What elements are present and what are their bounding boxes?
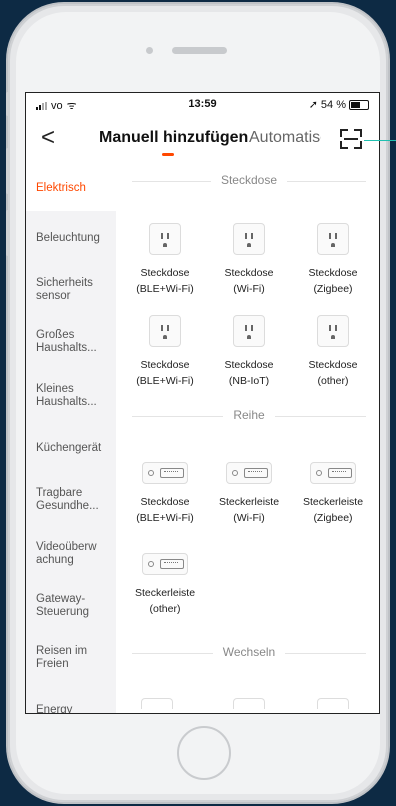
device-item[interactable]: Steckdose (BLE+Wi-Fi): [121, 462, 209, 526]
device-item[interactable]: Steckdose (BLE+Wi-Fi): [121, 315, 209, 389]
sidebar-item-elektrisch[interactable]: Elektrisch: [26, 165, 116, 211]
device-label: Steckerleiste (Wi-Fi): [218, 496, 280, 524]
socket-icon: [149, 315, 181, 347]
device-item[interactable]: Steckerleiste (Zigbee): [289, 462, 377, 526]
earpiece-speaker: [172, 47, 227, 54]
device-label: Steckdose (BLE+Wi-Fi): [136, 267, 194, 295]
front-camera: [146, 47, 153, 54]
device-item[interactable]: Steckerleiste (Wi-Fi): [205, 462, 293, 526]
socket-icon: [149, 223, 181, 255]
tab-auto-scan[interactable]: Automatisch: [249, 129, 321, 147]
power-strip-icon: [310, 462, 356, 484]
socket-icon: [233, 315, 265, 347]
device-label: Steckdose (NB-IoT): [224, 359, 274, 387]
volume-up-button: [6, 148, 10, 194]
socket-icon: [317, 223, 349, 255]
annotation-pointer: [364, 140, 396, 141]
battery-icon: [349, 99, 369, 110]
sidebar-item-reisen[interactable]: Reisen im Freien: [26, 631, 116, 685]
category-sidebar: Elektrisch Beleuchtung Sicherheits senso…: [26, 165, 116, 714]
sidebar-item-sicherheitssensor[interactable]: Sicherheits sensor: [26, 265, 116, 315]
section-header-wechseln: Wechseln: [132, 643, 366, 663]
device-item[interactable]: Steckdose (Zigbee): [289, 223, 377, 297]
status-bar: vo ᯤ 13:59 ➚ 54 %: [26, 93, 379, 115]
switch-icon[interactable]: [317, 698, 349, 709]
sidebar-item-videoueberwachung[interactable]: Videoüberw achung: [26, 527, 116, 581]
socket-icon: [233, 223, 265, 255]
sidebar-item-energy[interactable]: Energy: [26, 685, 116, 714]
sidebar-item-beleuchtung[interactable]: Beleuchtung: [26, 211, 116, 265]
mute-switch: [6, 92, 10, 116]
sidebar-item-kuechengeraet[interactable]: Küchengerät: [26, 423, 116, 473]
sidebar-item-grosses-haushalt[interactable]: Großes Haushalts...: [26, 315, 116, 369]
section-header-steckdose: Steckdose: [132, 171, 366, 191]
device-item[interactable]: Steckdose (other): [289, 315, 377, 389]
sidebar-item-kleines-haushalt[interactable]: Kleines Haushalts...: [26, 369, 116, 423]
device-item[interactable]: Steckdose (NB-IoT): [205, 315, 293, 389]
tab-active-indicator: [162, 153, 174, 156]
section-header-reihe: Reihe: [132, 406, 366, 426]
location-icon: ➚: [308, 99, 318, 111]
device-label: Steckdose (Zigbee): [308, 267, 358, 295]
device-item[interactable]: Steckdose (Wi-Fi): [205, 223, 293, 297]
header: < Manuell hinzufügen Automatisch: [26, 115, 379, 165]
device-label: Steckerleiste (other): [134, 587, 196, 615]
switch-icon[interactable]: [141, 698, 173, 709]
section-title: Steckdose: [210, 173, 288, 187]
back-button[interactable]: <: [41, 123, 55, 153]
home-button[interactable]: [177, 726, 231, 780]
socket-icon: [317, 315, 349, 347]
device-label: Steckdose (other): [308, 359, 358, 387]
device-label: Steckdose (BLE+Wi-Fi): [136, 359, 194, 387]
section-title: Wechseln: [212, 645, 286, 659]
power-strip-icon: [142, 462, 188, 484]
power-strip-icon: [142, 553, 188, 575]
volume-down-button: [6, 210, 10, 256]
sidebar-item-gateway[interactable]: Gateway-Steuerung: [26, 581, 116, 631]
sidebar-item-gesundheit[interactable]: Tragbare Gesundhe...: [26, 473, 116, 527]
battery-percent: 54 %: [320, 98, 346, 111]
device-label: Steckdose (BLE+Wi-Fi): [136, 496, 194, 524]
power-strip-icon: [226, 462, 272, 484]
device-label: Steckdose (Wi-Fi): [224, 267, 274, 295]
device-label: Steckerleiste (Zigbee): [302, 496, 364, 524]
device-item[interactable]: Steckerleiste (other): [121, 553, 209, 617]
switch-icon[interactable]: [233, 698, 265, 709]
section-title: Reihe: [223, 408, 275, 422]
device-list: Steckdose Steckdose (BLE+Wi-Fi) Steckdose…: [116, 165, 379, 713]
device-item[interactable]: Steckdose (BLE+Wi-Fi): [121, 223, 209, 297]
tab-manual-add[interactable]: Manuell hinzufügen: [99, 129, 248, 147]
app-screen: vo ᯤ 13:59 ➚ 54 % < Manuell hinzufügen A…: [25, 92, 380, 714]
scan-icon[interactable]: [340, 129, 362, 149]
